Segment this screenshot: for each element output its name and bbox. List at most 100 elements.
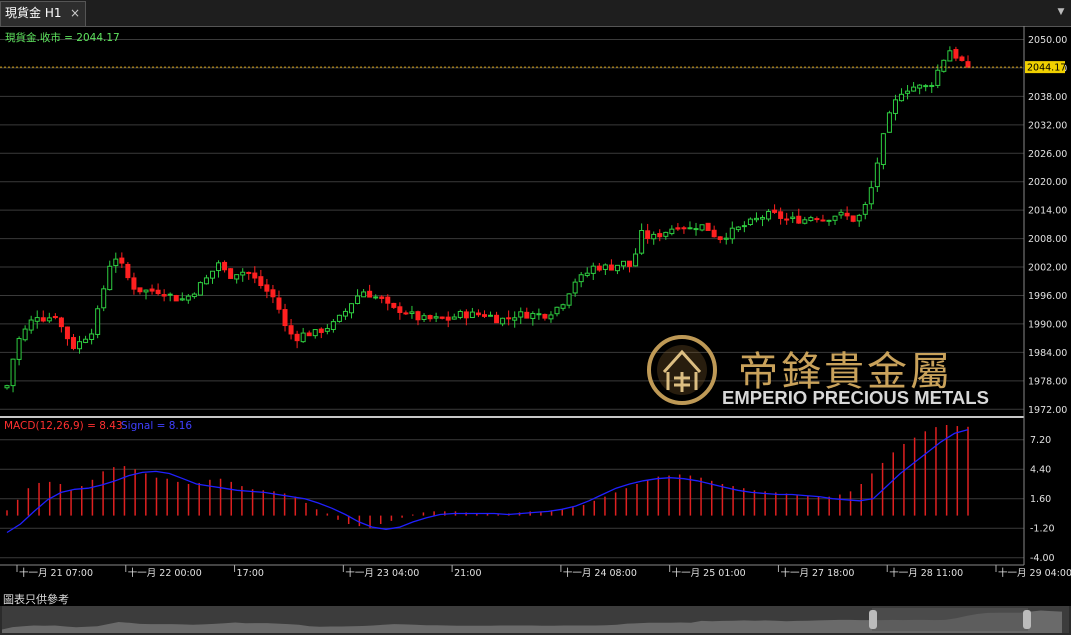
candle-body [488,314,494,317]
candle-body [342,310,348,317]
candle-body [711,229,717,238]
price-tick-label: 1978.00 [1028,376,1067,387]
candle-body [766,210,772,220]
candle-body [500,317,506,325]
macd-tick-label: -1.20 [1030,524,1055,535]
candle-body [457,310,463,318]
candle-body [40,317,46,322]
candle-body [52,316,58,319]
candle-body [820,219,826,222]
candle-body [336,314,342,322]
candle-body [306,332,312,337]
close-icon[interactable]: × [70,2,80,25]
candle-body [620,260,626,267]
candle-body [240,271,246,276]
candle-body [113,258,119,267]
candle-body [699,224,705,231]
price-tick-label: 2014.00 [1028,206,1067,217]
candle-body [965,61,971,68]
time-axis: 十一月 21 07:00 十一月 22 00:00 17:00 十一月 23 04:0… [16,565,1071,579]
candle-body [657,233,663,238]
scroll-right-handle[interactable] [1023,610,1031,629]
candle-body [880,133,886,165]
candle-body [324,328,330,332]
macd-tick-label: -4.00 [1030,553,1055,564]
candle-body [28,319,34,331]
candle-body [373,296,379,299]
candle-body [469,311,475,319]
candle-body [669,228,675,235]
candle-body [923,85,929,88]
price-tick-label: 2020.00 [1028,177,1067,188]
time-tick-label: 十一月 29 04:00 [998,567,1071,579]
price-axis: 2050.002044.002038.002032.002026.002020.… [1028,35,1067,416]
candle-body [222,261,228,271]
watermark-english: EMPERIO PRECIOUS METALS [722,387,989,408]
price-tick-label: 1984.00 [1028,348,1067,359]
candle-body [270,289,276,298]
candle-body [753,217,759,221]
price-tick-label: 2050.00 [1028,35,1067,46]
chart-tab-title: 現貨金 H1 [5,6,62,20]
candle-body [723,237,729,240]
candle-body [300,332,306,343]
candle-body [143,289,149,293]
scroll-window[interactable] [872,608,1028,631]
macd-signal-label: Signal = 8.16 [121,420,192,432]
candle-body [276,297,282,310]
chart-tab[interactable]: 現貨金 H1 × [0,1,86,26]
current-price-badge-text: 2044.17 [1027,63,1066,74]
candle-body [131,277,137,290]
candle-body [524,311,530,319]
scroll-left-handle[interactable] [869,610,877,629]
macd-axis: 7.20 4.40 1.60 -1.20 -4.00 [1030,435,1055,564]
macd-tick-label: 4.40 [1030,465,1051,476]
candle-body [481,314,487,317]
chart-area: 2050.002044.002038.002032.002026.002020.… [0,26,1071,579]
candle-body [941,59,947,72]
scroll-track[interactable] [2,606,1069,633]
candle-body [572,281,578,294]
candle-body [566,293,572,306]
candle-body [868,187,874,205]
candle-body [409,311,415,314]
candle-body [349,303,355,314]
candle-body [89,333,95,340]
candle-body [530,312,536,319]
candle-body [778,211,784,219]
candle-body [475,312,481,316]
candle-body [506,317,512,320]
candle-body [155,289,161,295]
candle-body [645,230,651,240]
candle-body [149,288,155,292]
candle-body [512,317,518,321]
price-tick-label: 1996.00 [1028,291,1067,302]
candle-body [729,227,735,240]
candle-body [216,262,222,272]
candle-body [355,295,361,305]
chart-scrollbar[interactable] [0,606,1071,635]
time-tick-label: 十一月 27 18:00 [780,567,854,579]
candle-body [663,231,669,237]
candle-body [70,337,76,349]
candle-body [403,312,409,315]
tab-bar: 現貨金 H1 × ▼ [0,0,1071,27]
candle-body [693,228,699,231]
price-tick-label: 2008.00 [1028,234,1067,245]
candle-body [463,311,469,319]
candle-body [614,264,620,272]
candle-body [22,328,28,341]
candle-body [735,226,741,231]
dropdown-menu-icon[interactable]: ▼ [1055,5,1067,19]
candle-body [536,313,542,316]
macd-tick-label: 7.20 [1030,435,1051,446]
candle-body [832,215,838,221]
candle-body [421,315,427,320]
candle-body [856,214,862,222]
candle-body [651,233,657,240]
price-tick-label: 2038.00 [1028,92,1067,103]
candle-body [578,274,584,283]
time-tick-label: 十一月 25 01:00 [672,567,746,579]
candle-body [596,265,602,271]
macd-signal-line [6,428,969,534]
